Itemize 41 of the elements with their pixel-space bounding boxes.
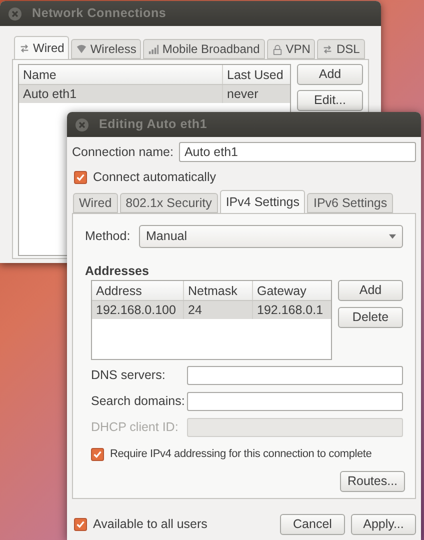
table-row[interactable]: 192.168.0.100 24 192.168.0.1 [92,301,331,319]
button[interactable]: Routes... [340,471,405,492]
tab[interactable]: IPv6 Settings [307,193,394,213]
button[interactable]: Add [338,280,403,301]
column-header[interactable]: Netmask [184,281,253,300]
button[interactable]: Edit... [297,90,363,111]
section-heading: Addresses [85,263,150,278]
checkbox-label: Connect automatically [93,168,216,186]
field-label: Search domains: [91,392,186,410]
checkbox-label: Require IPv4 addressing for this connection to complete [110,446,372,462]
tab[interactable]: Mobile Broadband [143,39,265,59]
table-cell-text: never [226,86,260,103]
tab[interactable]: 802.1x Security [120,193,218,213]
table-cell: 192.168.0.100 [92,301,184,319]
table-row[interactable]: Auto eth1 never [19,85,290,103]
input-field[interactable]: Auto eth1 [179,142,416,162]
table-cell-text: 192.168.0.1 [256,302,324,319]
window-title: Editing Auto eth1 [99,116,208,134]
tab[interactable]: Wired [14,36,70,59]
tab[interactable]: Wireless [71,39,142,59]
field-label: DNS servers: [91,366,166,384]
table-cell: Auto eth1 [19,85,223,103]
dropdown[interactable]: Manual [139,224,403,248]
tab[interactable]: VPN [266,39,316,59]
field-label: Method: [85,228,131,245]
tab[interactable]: Wired [73,193,118,213]
table-cell: 24 [184,301,253,319]
window-title: Network Connections [32,5,166,22]
field-label: Connection name: [72,144,174,161]
button[interactable]: Cancel [280,514,345,535]
checkbox-label: Available to all users [93,516,208,534]
tab[interactable]: DSL [317,39,365,59]
column-header[interactable]: Last Used [223,65,290,84]
field-label: DHCP client ID: [91,418,180,436]
tab[interactable]: IPv4 Settings [220,190,306,213]
column-header[interactable]: Name [19,65,223,84]
button[interactable]: Apply... [351,514,416,535]
column-header[interactable]: Address [92,281,184,300]
button[interactable]: Delete [338,307,403,328]
column-header[interactable]: Gateway [253,281,331,300]
button[interactable]: Add [297,64,363,85]
